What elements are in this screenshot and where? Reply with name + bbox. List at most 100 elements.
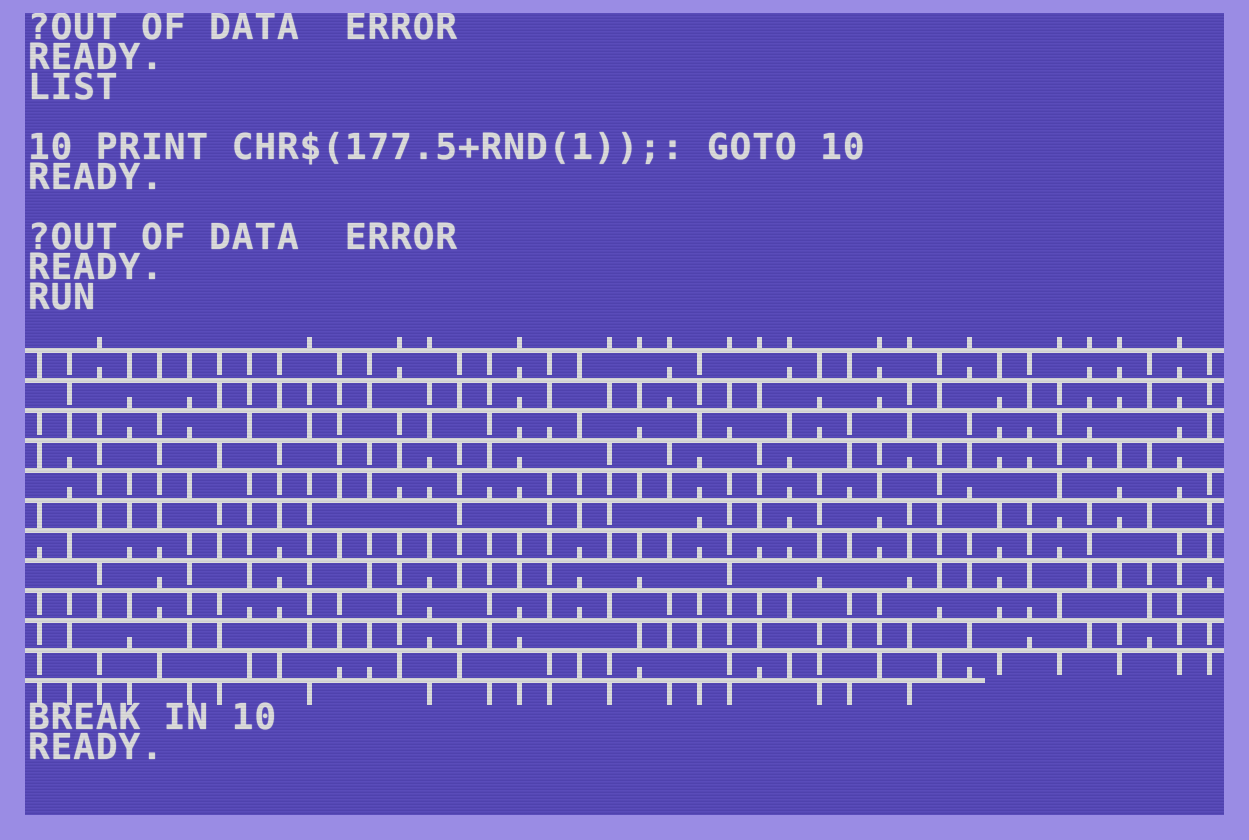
maze-glyph-down — [307, 533, 312, 555]
maze-glyph-up — [817, 397, 822, 408]
maze-glyph-up — [757, 547, 762, 558]
c64-screen[interactable]: ?OUT OF DATA ERROR READY. LIST 10 PRINT … — [25, 13, 1224, 815]
maze-glyph-down — [457, 533, 462, 555]
maze-glyph-down — [877, 443, 882, 465]
maze-glyph-down — [577, 473, 582, 495]
maze-glyph-down — [937, 473, 942, 495]
maze-glyph-down — [1207, 503, 1212, 525]
maze-glyph-down — [487, 413, 492, 435]
maze-glyph-up — [907, 457, 912, 468]
maze-glyph-up — [517, 427, 522, 438]
maze-glyph-up — [607, 397, 612, 408]
maze-glyph-up — [547, 397, 552, 408]
maze-glyph-up — [787, 367, 792, 378]
maze-glyph-up — [367, 667, 372, 678]
maze-glyph-up — [637, 397, 642, 408]
maze-glyph-down — [187, 593, 192, 615]
maze-glyph-down — [427, 683, 432, 705]
maze-glyph-down — [1087, 533, 1092, 555]
maze-glyph-up — [1027, 607, 1032, 618]
maze-glyph-down — [1177, 653, 1182, 675]
maze-glyph-down — [247, 353, 252, 375]
maze-glyph-up — [157, 517, 162, 528]
maze-glyph-up — [517, 607, 522, 618]
maze-glyph-down — [187, 533, 192, 555]
maze-glyph-up — [877, 367, 882, 378]
maze-glyph-up — [127, 397, 132, 408]
maze-glyph-up — [217, 547, 222, 558]
maze-glyph-up — [877, 397, 882, 408]
maze-glyph-down — [367, 533, 372, 555]
maze-glyph-up — [517, 337, 522, 348]
maze-glyph-up — [787, 337, 792, 348]
maze-row — [25, 348, 1224, 353]
maze-glyph-down — [1207, 353, 1212, 375]
maze-glyph-up — [277, 577, 282, 588]
maze-glyph-up — [697, 637, 702, 648]
maze-glyph-up — [1117, 397, 1122, 408]
maze-glyph-up — [1207, 427, 1212, 438]
maze-glyph-up — [547, 607, 552, 618]
maze-glyph-up — [67, 547, 72, 558]
maze-glyph-up — [157, 367, 162, 378]
maze-glyph-up — [277, 607, 282, 618]
maze-glyph-up — [1117, 577, 1122, 588]
maze-glyph-up — [967, 337, 972, 348]
maze-glyph-down — [937, 503, 942, 525]
maze-glyph-down — [727, 653, 732, 675]
maze-glyph-up — [637, 547, 642, 558]
maze-glyph-up — [1207, 547, 1212, 558]
maze-glyph-up — [637, 667, 642, 678]
maze-glyph-up — [997, 427, 1002, 438]
maze-glyph-down — [817, 683, 822, 705]
maze-glyph-down — [307, 563, 312, 585]
maze-glyph-down — [907, 683, 912, 705]
maze-glyph-up — [427, 577, 432, 588]
maze-glyph-up — [307, 427, 312, 438]
maze-glyph-down — [607, 473, 612, 495]
maze-glyph-down — [817, 653, 822, 675]
maze-glyph-down — [277, 473, 282, 495]
maze-glyph-up — [967, 487, 972, 498]
maze-glyph-up — [397, 667, 402, 678]
maze-glyph-up — [997, 457, 1002, 468]
maze-glyph-up — [67, 637, 72, 648]
maze-glyph-down — [757, 473, 762, 495]
maze-glyph-down — [367, 443, 372, 465]
maze-glyph-down — [157, 443, 162, 465]
maze-glyph-down — [247, 533, 252, 555]
maze-glyph-down — [697, 683, 702, 705]
maze-glyph-up — [1057, 337, 1062, 348]
maze-glyph-up — [667, 487, 672, 498]
maze-glyph-down — [817, 623, 822, 645]
maze-glyph-up — [697, 487, 702, 498]
maze-glyph-up — [697, 547, 702, 558]
maze-glyph-up — [577, 367, 582, 378]
maze-glyph-down — [397, 563, 402, 585]
maze-glyph-up — [397, 367, 402, 378]
maze-glyph-up — [847, 547, 852, 558]
maze-glyph-up — [907, 427, 912, 438]
maze-glyph-up — [817, 427, 822, 438]
maze-glyph-down — [607, 443, 612, 465]
maze-glyph-up — [277, 517, 282, 528]
maze-glyph-up — [247, 667, 252, 678]
maze-glyph-down — [517, 533, 522, 555]
maze-glyph-up — [187, 427, 192, 438]
maze-glyph-down — [1117, 623, 1122, 645]
maze-glyph-up — [577, 667, 582, 678]
maze-glyph-down — [937, 353, 942, 375]
maze-glyph-up — [1117, 517, 1122, 528]
maze-glyph-down — [607, 503, 612, 525]
maze-glyph-up — [667, 547, 672, 558]
maze-glyph-down — [727, 473, 732, 495]
maze-glyph-up — [967, 667, 972, 678]
maze-glyph-up — [97, 517, 102, 528]
maze-glyph-up — [127, 607, 132, 618]
maze-glyph-down — [307, 593, 312, 615]
maze-glyph-down — [877, 593, 882, 615]
maze-glyph-down — [1027, 353, 1032, 375]
maze-glyph-up — [37, 547, 42, 558]
maze-glyph-up — [1087, 637, 1092, 648]
maze-glyph-up — [67, 457, 72, 468]
